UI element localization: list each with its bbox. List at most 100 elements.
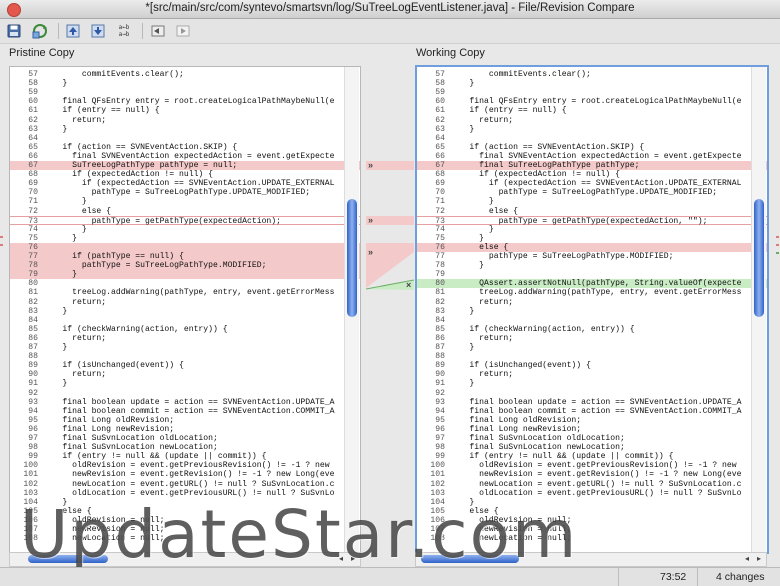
code-line[interactable]: 85 if (checkWarning(action, entry)) {: [417, 325, 767, 334]
code-line[interactable]: 88: [10, 352, 360, 361]
refresh-icon[interactable]: [30, 22, 50, 40]
code-line[interactable]: 84: [10, 316, 360, 325]
scroll-right-arrow-icon[interactable]: ▸: [754, 554, 764, 563]
code-line[interactable]: 70 pathType = SuTreeLogPathType.UPDATE_M…: [417, 188, 767, 197]
code-line[interactable]: 61 if (entry == null) {: [417, 106, 767, 115]
code-line[interactable]: 98 final SuSvnLocation newLocation;: [417, 443, 767, 452]
code-line[interactable]: 80: [10, 279, 360, 288]
code-line[interactable]: 64: [10, 134, 360, 143]
code-line[interactable]: 68 if (expectedAction != null) {: [417, 170, 767, 179]
code-line[interactable]: 58 }: [10, 79, 360, 88]
code-line[interactable]: 61 if (entry == null) {: [10, 106, 360, 115]
code-line[interactable]: 97 final SuSvnLocation oldLocation;: [10, 434, 360, 443]
code-line[interactable]: 101 newRevision = event.getRevision() !=…: [417, 470, 767, 479]
code-line[interactable]: 96 final Long newRevision;: [10, 425, 360, 434]
next-change-icon[interactable]: [89, 22, 107, 40]
code-line[interactable]: 63 }: [417, 125, 767, 134]
code-line[interactable]: 94 final boolean commit = action == SVNE…: [417, 407, 767, 416]
code-line[interactable]: 82 return;: [10, 298, 360, 307]
code-line[interactable]: 96 final Long newRevision;: [417, 425, 767, 434]
code-line[interactable]: 74 }: [417, 225, 767, 234]
code-line[interactable]: 82 return;: [417, 298, 767, 307]
discard-change-button[interactable]: ×: [406, 280, 411, 290]
code-line[interactable]: 81 treeLog.addWarning(pathType, entry, e…: [417, 288, 767, 297]
code-line[interactable]: 86 return;: [10, 334, 360, 343]
code-line[interactable]: 100 oldRevision = event.getPreviousRevis…: [10, 461, 360, 470]
take-right-icon[interactable]: [174, 22, 192, 40]
code-line[interactable]: 62 return;: [10, 116, 360, 125]
code-line[interactable]: 93 final boolean update = action == SVNE…: [10, 398, 360, 407]
code-line[interactable]: 76 else {: [417, 242, 767, 252]
code-line[interactable]: 77 if (pathType == null) {: [10, 252, 360, 262]
code-line[interactable]: 68 if (expectedAction != null) {: [10, 170, 360, 179]
code-line[interactable]: 57 commitEvents.clear();: [10, 70, 360, 79]
scroll-left-arrow-icon[interactable]: ◂: [742, 554, 752, 563]
code-line[interactable]: 95 final Long oldRevision;: [10, 416, 360, 425]
code-line[interactable]: 58 }: [417, 79, 767, 88]
code-line[interactable]: 73 pathType = getPathType(expectedAction…: [10, 215, 360, 226]
code-line[interactable]: 98 final SuSvnLocation newLocation;: [10, 443, 360, 452]
take-right-button[interactable]: »: [368, 160, 373, 170]
code-line[interactable]: 57 commitEvents.clear();: [417, 70, 767, 79]
code-line[interactable]: 70 pathType = SuTreeLogPathType.UPDATE_M…: [10, 188, 360, 197]
code-line[interactable]: 92: [10, 389, 360, 398]
previous-change-icon[interactable]: [64, 22, 82, 40]
code-line[interactable]: 90 return;: [10, 370, 360, 379]
code-line[interactable]: 102 newLocation = event.getURL() != null…: [417, 480, 767, 489]
code-line[interactable]: 95 final Long oldRevision;: [417, 416, 767, 425]
code-line[interactable]: 76: [10, 242, 360, 252]
code-line[interactable]: 80 QAssert.assertNotNull(pathType, Strin…: [417, 279, 767, 289]
code-line[interactable]: 83 }: [10, 307, 360, 316]
left-scroll-thumb[interactable]: [347, 199, 357, 317]
pristine-copy-editor[interactable]: 108 newLocation = null; 107 newRevision =…: [9, 66, 361, 553]
code-line[interactable]: 66 final SVNEventAction expectedAction =…: [417, 152, 767, 161]
code-line[interactable]: 84: [417, 316, 767, 325]
code-line[interactable]: 92: [417, 389, 767, 398]
code-line[interactable]: 79 }: [10, 270, 360, 280]
code-line[interactable]: 91 }: [10, 379, 360, 388]
code-line[interactable]: 81 treeLog.addWarning(pathType, entry, e…: [10, 288, 360, 297]
code-line[interactable]: 62 return;: [417, 116, 767, 125]
code-line[interactable]: 71 }: [10, 197, 360, 206]
code-line[interactable]: 101 newRevision = event.getRevision() !=…: [10, 470, 360, 479]
code-line[interactable]: 85 if (checkWarning(action, entry)) {: [10, 325, 360, 334]
code-line[interactable]: 93 final boolean update = action == SVNE…: [417, 398, 767, 407]
code-line[interactable]: 71 }: [417, 197, 767, 206]
code-line[interactable]: 66 final SVNEventAction expectedAction =…: [10, 152, 360, 161]
code-line[interactable]: 73 pathType = getPathType(expectedAction…: [417, 215, 767, 226]
working-copy-editor[interactable]: 108 newLocation = null; 107 newRevision =…: [415, 65, 769, 554]
code-line[interactable]: 77 pathType = SuTreeLogPathType.MODIFIED…: [417, 252, 767, 261]
code-line[interactable]: 83 }: [417, 307, 767, 316]
code-line[interactable]: 59: [10, 88, 360, 97]
code-line[interactable]: 63 }: [10, 125, 360, 134]
code-line[interactable]: 65 if (action == SVNEventAction.SKIP) {: [10, 143, 360, 152]
code-line[interactable]: 75 }: [10, 234, 360, 243]
code-line[interactable]: 102 newLocation = event.getURL() != null…: [10, 480, 360, 489]
code-line[interactable]: 100 oldRevision = event.getPreviousRevis…: [417, 461, 767, 470]
code-line[interactable]: 89 if (isUnchanged(event)) {: [417, 361, 767, 370]
code-line[interactable]: 67 SuTreeLogPathType pathType = null;: [10, 161, 360, 171]
take-left-icon[interactable]: [149, 22, 167, 40]
code-line[interactable]: 78 pathType = SuTreeLogPathType.MODIFIED…: [10, 261, 360, 271]
code-line[interactable]: 67 final SuTreeLogPathType pathType;: [417, 161, 767, 171]
code-line[interactable]: 72 else {: [417, 207, 767, 216]
right-vertical-scrollbar[interactable]: [751, 67, 766, 552]
left-vertical-scrollbar[interactable]: [344, 67, 359, 552]
code-line[interactable]: 99 if (entry != null && (update || commi…: [10, 452, 360, 461]
ab-compare-icon[interactable]: a←b a→b: [113, 22, 135, 40]
code-line[interactable]: 69 if (expectedAction == SVNEventAction.…: [10, 179, 360, 188]
code-line[interactable]: 64: [417, 134, 767, 143]
code-line[interactable]: 74 }: [10, 225, 360, 234]
code-line[interactable]: 65 if (action == SVNEventAction.SKIP) {: [417, 143, 767, 152]
code-line[interactable]: 89 if (isUnchanged(event)) {: [10, 361, 360, 370]
take-right-button[interactable]: »: [368, 215, 373, 225]
code-line[interactable]: 69 if (expectedAction == SVNEventAction.…: [417, 179, 767, 188]
code-line[interactable]: 88: [417, 352, 767, 361]
code-line[interactable]: 99 if (entry != null && (update || commi…: [417, 452, 767, 461]
code-line[interactable]: 60 final QFsEntry entry = root.createLog…: [417, 97, 767, 106]
code-line[interactable]: 97 final SuSvnLocation oldLocation;: [417, 434, 767, 443]
code-line[interactable]: 72 else {: [10, 207, 360, 216]
take-right-button[interactable]: »: [368, 247, 373, 257]
code-line[interactable]: 59: [417, 88, 767, 97]
right-scroll-thumb[interactable]: [754, 199, 764, 317]
